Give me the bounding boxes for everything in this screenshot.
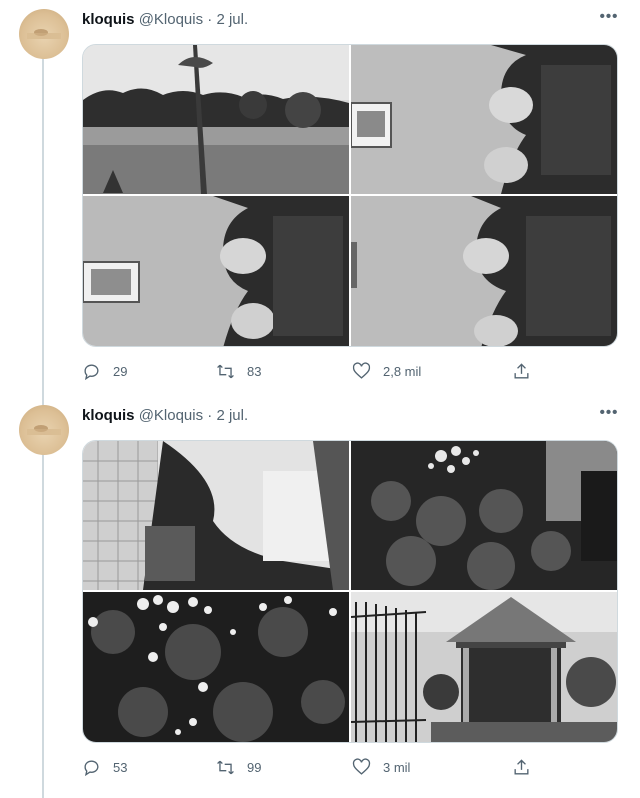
photo-portrait-1[interactable] xyxy=(351,45,617,194)
retweet-count: 99 xyxy=(247,759,262,775)
retweet-button[interactable]: 99 xyxy=(216,755,261,779)
share-button[interactable] xyxy=(512,755,531,779)
photo-courtyard[interactable] xyxy=(83,441,349,590)
like-button[interactable]: 3 mil xyxy=(352,755,410,779)
like-count: 2,8 mil xyxy=(383,363,422,379)
avatar[interactable] xyxy=(19,405,69,455)
retweet-button[interactable]: 83 xyxy=(216,359,261,383)
photo-landscape[interactable] xyxy=(83,45,349,194)
photo-white-flowers[interactable] xyxy=(83,592,349,742)
like-icon xyxy=(352,362,371,379)
like-button[interactable]: 2,8 mil xyxy=(352,359,421,383)
retweet-icon xyxy=(217,760,234,774)
reply-count: 53 xyxy=(113,759,128,775)
like-icon xyxy=(352,758,371,775)
retweet-icon xyxy=(217,364,234,378)
avatar[interactable] xyxy=(19,9,69,59)
user-handle[interactable]: @Kloquis xyxy=(139,11,203,28)
photo-portrait-2[interactable] xyxy=(83,196,349,346)
retweet-count: 83 xyxy=(247,363,262,379)
tweet-date[interactable]: · 2 jul. xyxy=(207,11,248,28)
tweet-actions: 53 99 3 mil xyxy=(82,755,622,779)
media-grid xyxy=(82,440,618,743)
display-name[interactable]: kloquis xyxy=(82,11,135,28)
display-name[interactable]: kloquis xyxy=(82,407,135,424)
more-icon[interactable]: ••• xyxy=(598,405,620,421)
media-grid xyxy=(82,44,618,347)
reply-icon xyxy=(84,364,99,380)
share-icon xyxy=(514,758,529,775)
tweet-actions: 29 83 2,8 mil xyxy=(82,359,622,383)
reply-button[interactable]: 53 xyxy=(82,755,127,779)
photo-gazebo[interactable] xyxy=(351,592,617,742)
tweet-header: kloquis @Kloquis · 2 jul. xyxy=(82,10,248,30)
tweet-header: kloquis @Kloquis · 2 jul. xyxy=(82,406,248,426)
user-handle[interactable]: @Kloquis xyxy=(139,407,203,424)
tweet-date[interactable]: · 2 jul. xyxy=(207,407,248,424)
reply-button[interactable]: 29 xyxy=(82,359,127,383)
share-icon xyxy=(514,362,529,379)
photo-flowering-bush[interactable] xyxy=(351,441,617,590)
photo-portrait-3[interactable] xyxy=(351,196,617,346)
reply-count: 29 xyxy=(113,363,128,379)
share-button[interactable] xyxy=(512,359,531,383)
like-count: 3 mil xyxy=(383,759,411,775)
more-icon[interactable]: ••• xyxy=(598,9,620,25)
reply-icon xyxy=(84,760,99,776)
